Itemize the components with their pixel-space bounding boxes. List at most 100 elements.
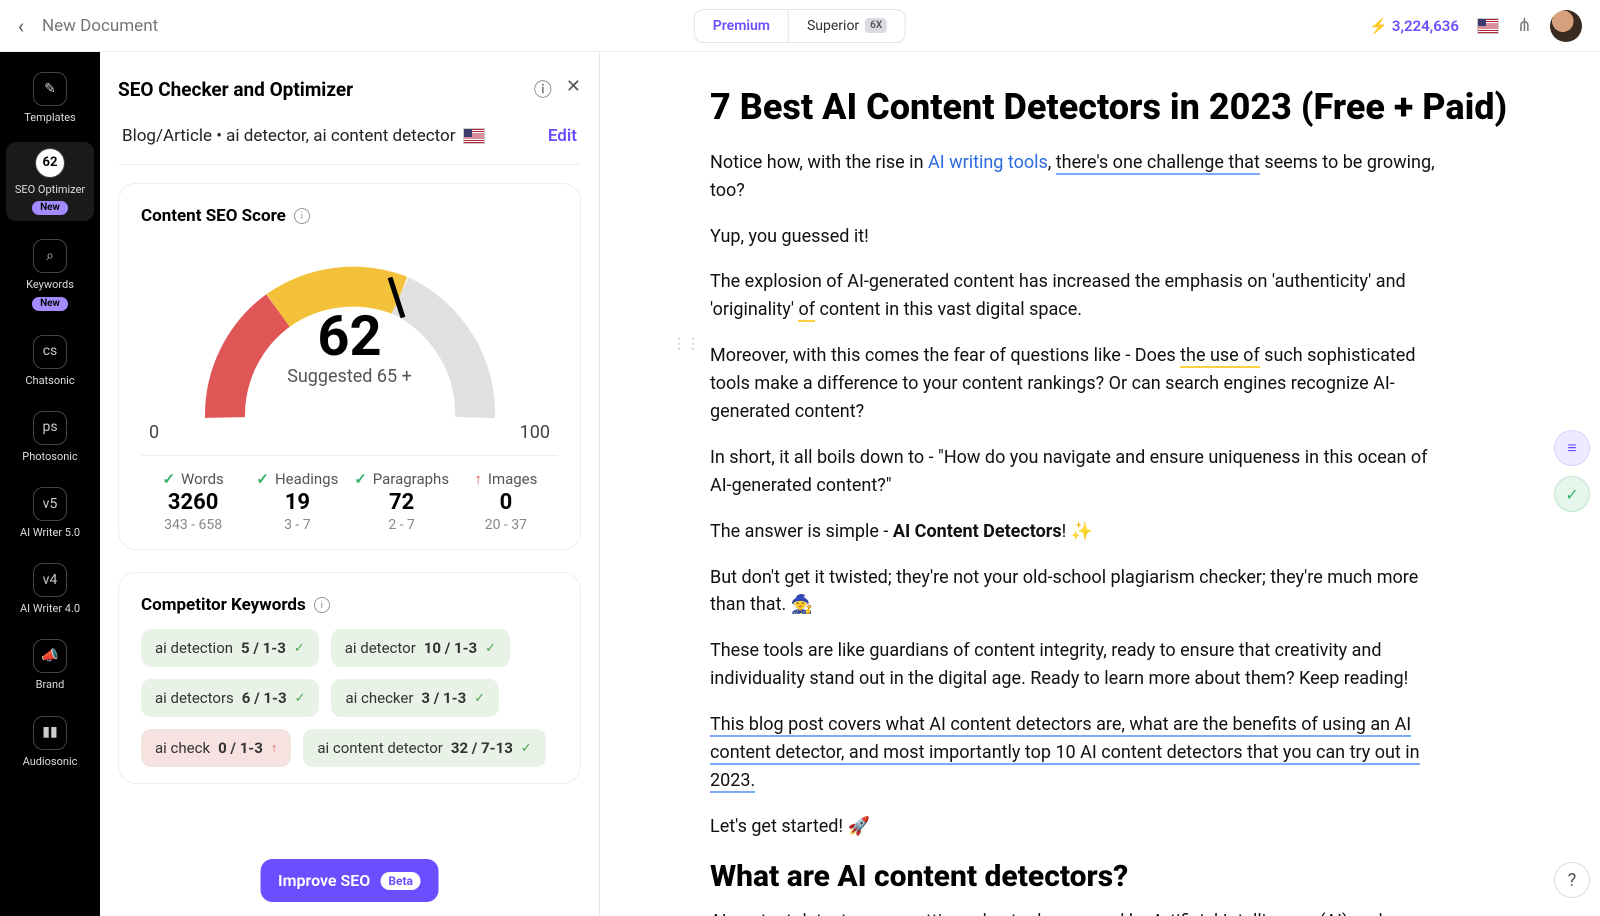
sidebar-item-brand[interactable]: 📣 Brand <box>6 633 94 697</box>
info-icon[interactable]: i <box>314 597 330 613</box>
sidebar: ✎ Templates 62 SEO Optimizer New ⌕ Keywo… <box>0 52 100 916</box>
credits-value: 3,224,636 <box>1392 17 1459 35</box>
chatsonic-icon: cs <box>33 335 67 369</box>
improve-label: Improve SEO <box>278 871 370 890</box>
new-badge-keywords: New <box>32 297 68 311</box>
check-icon: ✓ <box>354 470 367 488</box>
kw-term: ai content detector <box>317 739 443 757</box>
gauge-max: 100 <box>520 422 550 443</box>
keyword-chip[interactable]: ai detection 5 / 1-3 ✓ <box>141 629 319 667</box>
doc-p11[interactable]: AI content detectors are cutting-edge to… <box>710 908 1450 916</box>
share-icon[interactable]: ⋔ <box>1517 15 1532 36</box>
sidebar-item-templates[interactable]: ✎ Templates <box>6 66 94 130</box>
keyword-chip[interactable]: ai content detector 32 / 7-13✓ <box>303 729 545 767</box>
sidebar-label-aiw4: AI Writer 4.0 <box>20 602 80 615</box>
check-icon: ✓ <box>474 691 485 706</box>
sidebar-item-audiosonic[interactable]: ▮▮ Audiosonic <box>6 710 94 774</box>
doc-p9[interactable]: This blog post covers what AI content de… <box>710 711 1450 795</box>
doc-p4[interactable]: Moreover, with this comes the fear of qu… <box>710 342 1450 426</box>
help-icon[interactable]: ⓘ <box>534 76 552 102</box>
seo-score-badge: 62 <box>35 148 65 178</box>
stat-words: ✓Words 3260 343 - 658 <box>141 470 245 533</box>
avatar[interactable] <box>1550 10 1582 42</box>
kw-count: 6 / 1-3 <box>242 689 287 707</box>
context-text: Blog/Article • ai detector, ai content d… <box>122 126 455 146</box>
sidebar-item-seo-optimizer[interactable]: 62 SEO Optimizer New <box>6 142 94 221</box>
back-button[interactable]: ‹ <box>18 14 24 38</box>
tab-superior[interactable]: Superior 6X <box>789 10 905 42</box>
stat-images: ↑Images 0 20 - 37 <box>454 470 558 533</box>
stat-words-range: 343 - 658 <box>141 517 245 533</box>
kw-term: ai detection <box>155 639 233 657</box>
stat-images-label: Images <box>488 470 538 488</box>
stat-words-label: Words <box>181 470 224 488</box>
topbar-right: ⚡ 3,224,636 ⋔ <box>1369 10 1582 42</box>
photosonic-icon: ps <box>33 411 67 445</box>
kw-count: 5 / 1-3 <box>241 639 286 657</box>
doc-p1[interactable]: Notice how, with the rise in AI writing … <box>710 149 1450 205</box>
sidebar-item-keywords[interactable]: ⌕ Keywords New <box>6 233 94 316</box>
tab-superior-label: Superior <box>807 18 859 34</box>
close-icon[interactable]: ✕ <box>566 76 581 102</box>
info-icon[interactable]: i <box>294 208 310 224</box>
document-editor[interactable]: ⋮⋮ 7 Best AI Content Detectors in 2023 (… <box>600 52 1600 916</box>
sidebar-item-aiw5[interactable]: v5 AI Writer 5.0 <box>6 481 94 545</box>
doc-p6[interactable]: The answer is simple - AI Content Detect… <box>710 518 1450 546</box>
sidebar-label-brand: Brand <box>36 678 65 691</box>
help-fab-icon[interactable]: ? <box>1554 862 1590 898</box>
doc-h1[interactable]: 7 Best AI Content Detectors in 2023 (Fre… <box>710 84 1544 131</box>
keyword-chip[interactable]: ai check 0 / 1-3↑ <box>141 729 291 767</box>
underlined-text: there's one challenge that <box>1056 152 1260 175</box>
up-arrow-icon: ↑ <box>474 470 482 488</box>
improve-seo-button[interactable]: Improve SEO Beta <box>260 859 439 902</box>
tab-premium[interactable]: Premium <box>695 10 789 42</box>
check-icon: ✓ <box>485 641 496 656</box>
stat-images-value: 0 <box>454 490 558 515</box>
new-badge-seo: New <box>32 201 68 215</box>
keyword-chip[interactable]: ai detector 10 / 1-3✓ <box>331 629 510 667</box>
comp-title: Competitor Keywords <box>141 595 306 615</box>
sidebar-item-photosonic[interactable]: ps Photosonic <box>6 405 94 469</box>
superior-badge: 6X <box>865 18 887 33</box>
sidebar-label-keywords: Keywords <box>26 278 74 291</box>
document-title[interactable]: New Document <box>42 16 158 36</box>
locale-flag[interactable] <box>1477 18 1499 34</box>
doc-p5[interactable]: In short, it all boils down to - "How do… <box>710 444 1450 500</box>
beta-badge: Beta <box>380 872 421 890</box>
aiw4-icon: v4 <box>33 563 67 597</box>
ai-writing-tools-link[interactable]: AI writing tools <box>928 152 1048 173</box>
fab-outline-icon[interactable]: ≡ <box>1554 430 1590 466</box>
stat-headings-label: Headings <box>275 470 338 488</box>
sidebar-label-chatsonic: Chatsonic <box>25 374 74 387</box>
sidebar-item-aiw4[interactable]: v4 AI Writer 4.0 <box>6 557 94 621</box>
kw-count: 0 / 1-3 <box>218 739 263 757</box>
kw-count: 10 / 1-3 <box>424 639 477 657</box>
doc-p8[interactable]: These tools are like guardians of conten… <box>710 637 1450 693</box>
up-arrow-icon: ↑ <box>271 740 278 756</box>
check-icon: ✓ <box>294 641 305 656</box>
audiosonic-icon: ▮▮ <box>33 716 67 750</box>
doc-p2[interactable]: Yup, you guessed it! <box>710 223 1450 251</box>
fab-check-icon[interactable]: ✓ <box>1554 476 1590 512</box>
gauge-min: 0 <box>149 422 159 443</box>
drag-handle-icon[interactable]: ⋮⋮ <box>672 336 700 352</box>
seo-gauge: 62 Suggested 65 + <box>185 240 515 440</box>
keyword-chip[interactable]: ai checker 3 / 1-3 ✓ <box>331 679 499 717</box>
keyword-chip[interactable]: ai detectors 6 / 1-3✓ <box>141 679 319 717</box>
kw-count: 3 / 1-3 <box>421 689 466 707</box>
templates-icon: ✎ <box>33 72 67 106</box>
kw-term: ai checker <box>345 689 413 707</box>
doc-p10[interactable]: Let's get started! 🚀 <box>710 813 1450 841</box>
credits-count[interactable]: ⚡ 3,224,636 <box>1369 17 1459 35</box>
doc-p7[interactable]: But don't get it twisted; they're not yo… <box>710 564 1450 620</box>
doc-h2[interactable]: What are AI content detectors? <box>710 859 1544 894</box>
topbar: ‹ New Document Premium Superior 6X ⚡ 3,2… <box>0 0 1600 52</box>
edit-button[interactable]: Edit <box>548 126 577 146</box>
check-icon: ✓ <box>256 470 269 488</box>
context-row: Blog/Article • ai detector, ai content d… <box>122 126 485 146</box>
doc-p3[interactable]: The explosion of AI-generated content ha… <box>710 268 1450 324</box>
check-icon: ✓ <box>521 741 532 756</box>
sidebar-item-chatsonic[interactable]: cs Chatsonic <box>6 329 94 393</box>
check-icon: ✓ <box>295 691 306 706</box>
seo-panel: SEO Checker and Optimizer ⓘ ✕ Blog/Artic… <box>100 52 600 916</box>
